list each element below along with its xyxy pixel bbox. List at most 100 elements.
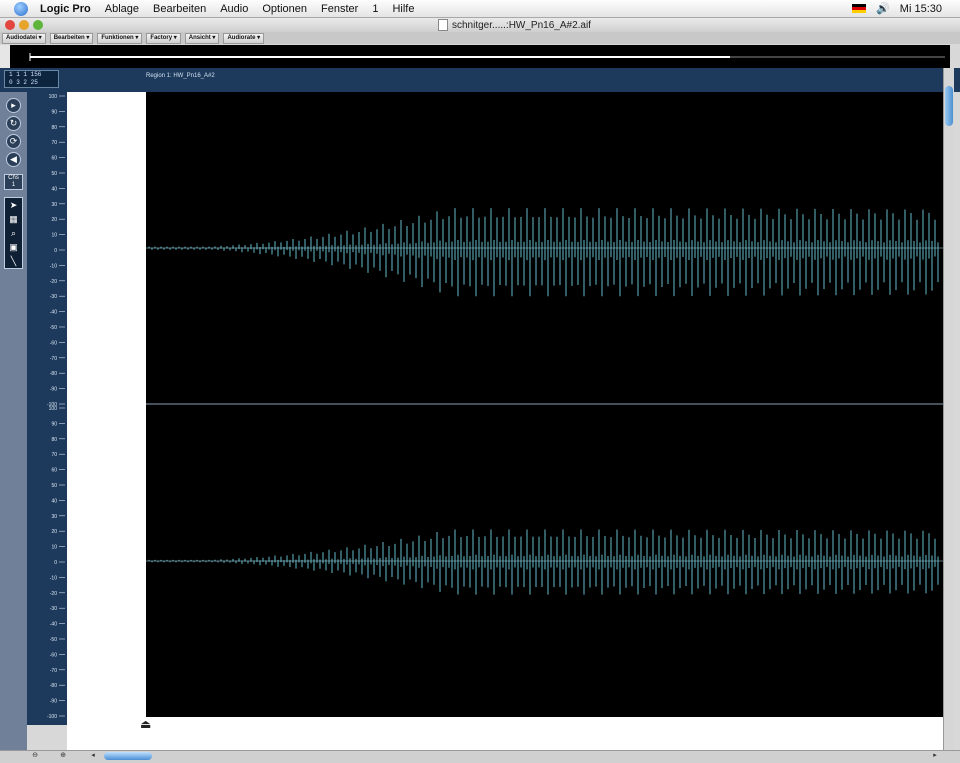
play-icon[interactable]: ▸ — [6, 98, 21, 113]
line-tool-icon[interactable]: ╲ — [5, 254, 22, 268]
vertical-scrollbar[interactable] — [943, 68, 954, 750]
menu-clock[interactable]: Mi 15:30 — [900, 3, 942, 15]
waveform-view[interactable] — [67, 92, 943, 717]
ruler-tick-label: 30 — [51, 202, 57, 208]
ruler-tick-label: -80 — [50, 371, 57, 377]
region-bottom-area — [67, 717, 943, 750]
hand-tool-icon[interactable]: ▣ — [5, 240, 22, 254]
local-menu-audiorate[interactable]: Audiorate ▾ — [223, 32, 265, 44]
ruler-tick-label: 90 — [51, 421, 57, 427]
cycle-icon[interactable]: ↻ — [6, 116, 21, 131]
tool-palette: ➤ ▦ ⌕ ▣ ╲ — [4, 197, 23, 269]
menu-bar: Logic Pro Ablage Bearbeiten Audio Option… — [0, 0, 960, 18]
menu-item-bearbeiten[interactable]: Bearbeiten — [153, 3, 206, 15]
ruler-tick-label: 60 — [51, 468, 57, 474]
position-display-line2: 0 3 2 25 — [9, 79, 38, 86]
position-display-line1: 1 1 1 156 — [9, 71, 42, 78]
amplitude-ruler-scale: 1009080706050403020100-10-20-30-40-50-60… — [47, 94, 65, 720]
playhead-marker-icon[interactable]: ⏏ — [140, 717, 151, 731]
ruler-tick-label: 50 — [51, 171, 57, 177]
horizontal-scroll-thumb[interactable] — [104, 752, 152, 760]
ruler-tick-label: 40 — [51, 186, 57, 192]
ruler-tick-label: -70 — [50, 356, 57, 362]
zoom-window-button[interactable] — [33, 20, 43, 30]
ruler-tick-label: -20 — [50, 591, 57, 597]
local-menu-ansicht[interactable]: Ansicht ▾ — [184, 32, 220, 44]
keyboard-layout-flag-icon[interactable] — [852, 4, 867, 13]
ruler-tick-label: -40 — [50, 622, 57, 628]
ruler-tick-label: 60 — [51, 156, 57, 162]
pre-region-area — [67, 92, 146, 717]
zoom-tool-icon[interactable]: ⌕ — [5, 226, 22, 240]
local-menu-funktionen[interactable]: Funktionen ▾ — [97, 32, 143, 44]
ruler-tick-label: -90 — [50, 699, 57, 705]
scroll-left-icon[interactable]: ◂ — [88, 752, 98, 760]
ruler-tick-label: 0 — [54, 248, 57, 254]
menu-app-name[interactable]: Logic Pro — [40, 3, 91, 15]
apple-menu-icon[interactable] — [14, 1, 28, 16]
ruler-tick-label: -50 — [50, 637, 57, 643]
menu-item-hilfe[interactable]: Hilfe — [392, 3, 414, 15]
local-menu-factory[interactable]: Factory ▾ — [146, 32, 181, 44]
ruler-tick-label: 30 — [51, 514, 57, 520]
ruler-tick-label: -60 — [50, 652, 57, 658]
zoom-out-icon[interactable]: ⊖ — [30, 752, 40, 760]
ruler-tick-label: -60 — [50, 340, 57, 346]
ruler-tick-label: 80 — [51, 437, 57, 443]
local-menu-audiodatei[interactable]: Audiodatei ▾ — [2, 32, 46, 44]
local-menu-bearbeiten[interactable]: Bearbeiten ▾ — [49, 32, 94, 44]
ruler-tick-label: 20 — [51, 217, 57, 223]
ruler-tick-label: -80 — [50, 683, 57, 689]
ruler-tick-label: -30 — [50, 294, 57, 300]
window-title: schnitger.....:HW_Pn16_A#2.aif — [452, 19, 591, 31]
ruler-tick-label: 80 — [51, 125, 57, 131]
ruler-tick-label: 90 — [51, 109, 57, 115]
ruler-tick-label: -40 — [50, 310, 57, 316]
scroll-right-icon[interactable]: ▸ — [930, 752, 940, 760]
close-window-button[interactable] — [5, 20, 15, 30]
volume-icon[interactable]: 🔊 — [876, 2, 890, 15]
ruler-tick-label: 20 — [51, 529, 57, 535]
menu-item-screenset[interactable]: 1 — [372, 3, 378, 15]
pointer-tool-icon[interactable]: ➤ — [5, 198, 22, 212]
window-title-bar: schnitger.....:HW_Pn16_A#2.aif — [0, 18, 960, 32]
ruler-tick-label: 70 — [51, 140, 57, 146]
speaker-icon[interactable]: ◀ — [6, 152, 21, 167]
menu-item-ablage[interactable]: Ablage — [105, 3, 139, 15]
position-display: 1 1 1 156 0 3 2 25 — [4, 70, 59, 88]
ruler-tick-label: 50 — [51, 483, 57, 489]
ruler-tick-label: -10 — [50, 263, 57, 269]
ruler-tick-label: -100 — [47, 714, 57, 720]
ruler-tick-label: -50 — [50, 325, 57, 331]
ruler-tick-label: -10 — [50, 575, 57, 581]
vertical-scroll-thumb[interactable] — [945, 86, 953, 126]
ruler-tick-label: -90 — [50, 387, 57, 393]
ruler-tick-label: 100 — [49, 406, 58, 412]
region-label: Region 1: HW_Pn16_A#2 — [146, 73, 215, 79]
menu-item-audio[interactable]: Audio — [220, 3, 248, 15]
loop-icon[interactable]: ⟳ — [6, 134, 21, 149]
ruler-tick-label: 10 — [51, 233, 57, 239]
document-icon — [438, 19, 448, 31]
menu-item-fenster[interactable]: Fenster — [321, 3, 358, 15]
waveform-overview[interactable] — [10, 45, 950, 68]
pencil-tool-icon[interactable]: ▦ — [5, 212, 22, 226]
ruler-tick-label: -20 — [50, 279, 57, 285]
minimize-window-button[interactable] — [19, 20, 29, 30]
channel-selector[interactable]: Chs 1 — [4, 174, 23, 190]
tool-strip: ▸ ↻ ⟳ ◀ — [0, 92, 27, 750]
region-header-bar — [0, 68, 960, 92]
menu-item-optionen[interactable]: Optionen — [262, 3, 307, 15]
ruler-tick-label: -30 — [50, 606, 57, 612]
ruler-tick-label: 40 — [51, 498, 57, 504]
ruler-tick-label: 0 — [54, 560, 57, 566]
amplitude-ruler: 100 90 80 70 60 50 40 30 20 10 0 -10 -20 -30 -40 -50 -60… — [27, 92, 67, 725]
waveform-display — [67, 208, 943, 595]
ruler-tick-label: 70 — [51, 452, 57, 458]
overview-corner — [0, 45, 10, 68]
ruler-tick-label: 100 — [49, 94, 58, 100]
zoom-in-icon[interactable]: ⊕ — [58, 752, 68, 760]
channel-value: 1 — [11, 182, 16, 188]
overview-waveform — [29, 53, 945, 61]
local-menu-bar: Audiodatei ▾ Bearbeiten ▾ Funktionen ▾ F… — [0, 32, 960, 44]
